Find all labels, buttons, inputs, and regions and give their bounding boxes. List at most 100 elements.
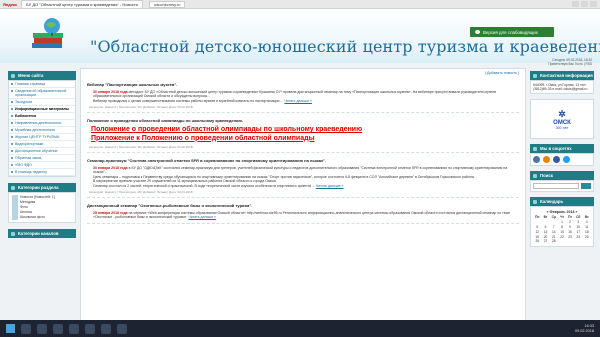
taskbar-app-icon[interactable]: [117, 323, 127, 334]
address-bar[interactable]: oduchkcmsy.ru: [148, 0, 186, 8]
channels-heading-text: Категории каналов: [18, 231, 59, 236]
olympiad-regulation-link[interactable]: Положение о проведении областной олимпиа…: [87, 126, 519, 134]
greeting-text[interactable]: Приветствую Вас Гость | RSS: [492, 62, 592, 66]
taskbar-app-icon[interactable]: [37, 323, 47, 334]
sidebar-menu-label: Дистанционное обучение: [15, 149, 58, 153]
post-text: на сервисе «Web-конференции системы обра…: [93, 211, 511, 220]
sidebar-menu-label: Музейная деятельность: [15, 128, 56, 132]
news-content: [ Добавить новость ] Вебинар "Паспортиза…: [80, 68, 526, 333]
maximize-icon[interactable]: [581, 1, 588, 7]
bullet-icon: [11, 90, 13, 92]
sidebar-menu-item[interactable]: Главная страница: [9, 81, 75, 88]
omsk-sub-label: 300 лет: [555, 125, 569, 130]
browser-tab[interactable]: БУ ДО "Областной центр туризма и краевед…: [21, 0, 143, 8]
post-body: 25 января 2018 года на сервисе «Web-конф…: [87, 211, 519, 220]
post-meta: Категория: Новости | Просмотров: 13 | До…: [89, 105, 193, 110]
social-heading: Мы в соцсетях: [530, 144, 594, 153]
taskbar-app-icon[interactable]: [53, 323, 63, 334]
contacts-heading: Контактная информация: [530, 71, 594, 80]
menu-heading-text: Меню сайта: [18, 73, 44, 78]
windows-start-icon[interactable]: [6, 324, 15, 333]
calendar-heading: Календарь: [530, 197, 594, 206]
bullet-icon: [11, 150, 13, 152]
sidebar-menu-label: Видеорепортажи: [15, 142, 44, 146]
category-label: Школьная фото: [20, 215, 45, 219]
sidebar-menu-item[interactable]: Сведения об образовательной организации: [9, 88, 75, 99]
search-input[interactable]: [533, 183, 579, 189]
post-title[interactable]: Вебинар "Паспортизация школьных музеев".: [87, 79, 519, 90]
olympiad-appendix-link[interactable]: Приложение к Положению о проведении обла…: [87, 135, 519, 143]
sidebar-menu-item[interactable]: Музейная деятельность: [9, 127, 75, 134]
post-title[interactable]: Положение о проведении областной олимпиа…: [87, 115, 519, 126]
sidebar-menu-label: Обратная связь: [15, 156, 42, 160]
post-date: 30 января 2018 года: [93, 90, 128, 94]
sidebar-menu-item[interactable]: Видеорепортажи: [9, 141, 75, 148]
post-title[interactable]: Дистанционный семинар "Охотничье-рыболов…: [87, 200, 519, 211]
twitter-icon[interactable]: [563, 156, 570, 163]
calendar-day[interactable]: 28: [549, 239, 558, 244]
contacts-text: 644099, г.Омск, ул.Горная, 13 тел.: (381…: [533, 83, 588, 91]
calendar-day[interactable]: 27: [542, 239, 550, 244]
system-tray-clock[interactable]: 16:33 09.02.2018: [575, 324, 600, 333]
add-news-link[interactable]: [ Добавить новость ]: [81, 69, 525, 77]
news-post: Положение о проведении областной олимпиа…: [87, 115, 519, 154]
sidebar-menu-item[interactable]: Библиотека: [9, 113, 75, 120]
categories-list: Новости [Новостей: 1] Методика Фото Анонсы Ш…: [8, 192, 76, 223]
sidebar-menu-item[interactable]: Обратная связь: [9, 155, 75, 162]
sidebar-menu-item[interactable]: Дистанционное обучение: [9, 148, 75, 155]
post-meta: Категория: Новости | Просмотров: 28 | До…: [89, 190, 193, 195]
bullet-icon: [11, 143, 13, 145]
channels-block: Категории каналов: [8, 229, 76, 238]
calendar-grid: Пн Вт Ср Чт Пт Сб Вс 1 2 3 4 5 6 7 8 9 10 11 12 13 14 15 16 17 1…: [533, 215, 591, 244]
visually-impaired-button[interactable]: Версия для слабовидящих: [470, 27, 554, 37]
channels-heading: Категории каналов: [8, 229, 76, 238]
sidebar-menu-item[interactable]: В помощь педагогу: [9, 169, 75, 176]
os-taskbar: 16:33 09.02.2018: [0, 320, 600, 337]
url-text: oduchkcmsy.ru: [153, 1, 181, 7]
contacts-body: 644099, г.Омск, ул.Горная, 13 тел.: (381…: [530, 80, 594, 94]
social-block: Мы в соцсетях: [530, 144, 594, 166]
categories-heading-text: Категории раздела: [18, 185, 59, 190]
vk-icon[interactable]: [533, 156, 540, 163]
site-title: "Областной детско-юношеский центр туризм…: [90, 37, 600, 56]
calendar-day: [583, 239, 591, 244]
sidebar-menu-item[interactable]: Направления деятельности: [9, 120, 75, 127]
search-form: [530, 180, 594, 192]
share-icon: [533, 146, 537, 151]
facebook-icon[interactable]: [553, 156, 560, 163]
calendar-icon: [533, 199, 537, 204]
sidebar-menu-item[interactable]: Журнал ЦЕНТР ТУРИЗМА: [9, 134, 75, 141]
category-thumb-icon: [12, 215, 18, 220]
header-info: Сегодня: 09.02.2018, 16:32 Приветствую В…: [492, 58, 592, 66]
right-sidebar: Контактная информация 644099, г.Омск, ул…: [530, 71, 594, 333]
omsk-300-banner[interactable]: ✲ ОМСК 300 лет: [530, 99, 594, 139]
minimize-icon[interactable]: [572, 1, 579, 7]
close-icon[interactable]: [590, 1, 597, 7]
bullet-icon: [11, 122, 13, 124]
sidebar-menu-item[interactable]: Информационные материалы: [9, 106, 75, 113]
search-heading: Поиск: [530, 171, 594, 180]
category-item[interactable]: Школьная фото: [12, 215, 72, 220]
news-post: Вебинар "Паспортизация школьных музеев".…: [87, 79, 519, 114]
social-icons: [530, 153, 594, 166]
social-heading-text: Мы в соцсетях: [540, 146, 572, 151]
taskbar-app-icon[interactable]: [69, 323, 79, 334]
taskbar-app-icon[interactable]: [101, 323, 111, 334]
search-button[interactable]: [581, 183, 591, 189]
post-date: 25 января 2018 года: [93, 211, 128, 216]
read-more-link[interactable]: Читать дальше »: [316, 184, 344, 188]
calendar-day: [566, 239, 574, 244]
sidebar-menu-item[interactable]: УМО ФДО: [9, 162, 75, 169]
sidebar-menu-item[interactable]: Экскурсии: [9, 99, 75, 106]
read-more-link[interactable]: Читать дальше »: [188, 215, 216, 219]
taskbar-app-icon[interactable]: [85, 323, 95, 334]
calendar-day[interactable]: 26: [533, 239, 542, 244]
bullet-icon: [11, 164, 13, 166]
eye-icon: [475, 30, 480, 34]
post-title[interactable]: Семинар-практикум "Система электронной о…: [87, 155, 519, 166]
ok-icon[interactable]: [543, 156, 550, 163]
post-text: Цель семинара – подготовка к Первенству …: [93, 174, 475, 179]
taskbar-app-icon[interactable]: [21, 323, 31, 334]
search-block: Поиск: [530, 171, 594, 192]
read-more-link[interactable]: Читать дальше »: [284, 99, 312, 103]
